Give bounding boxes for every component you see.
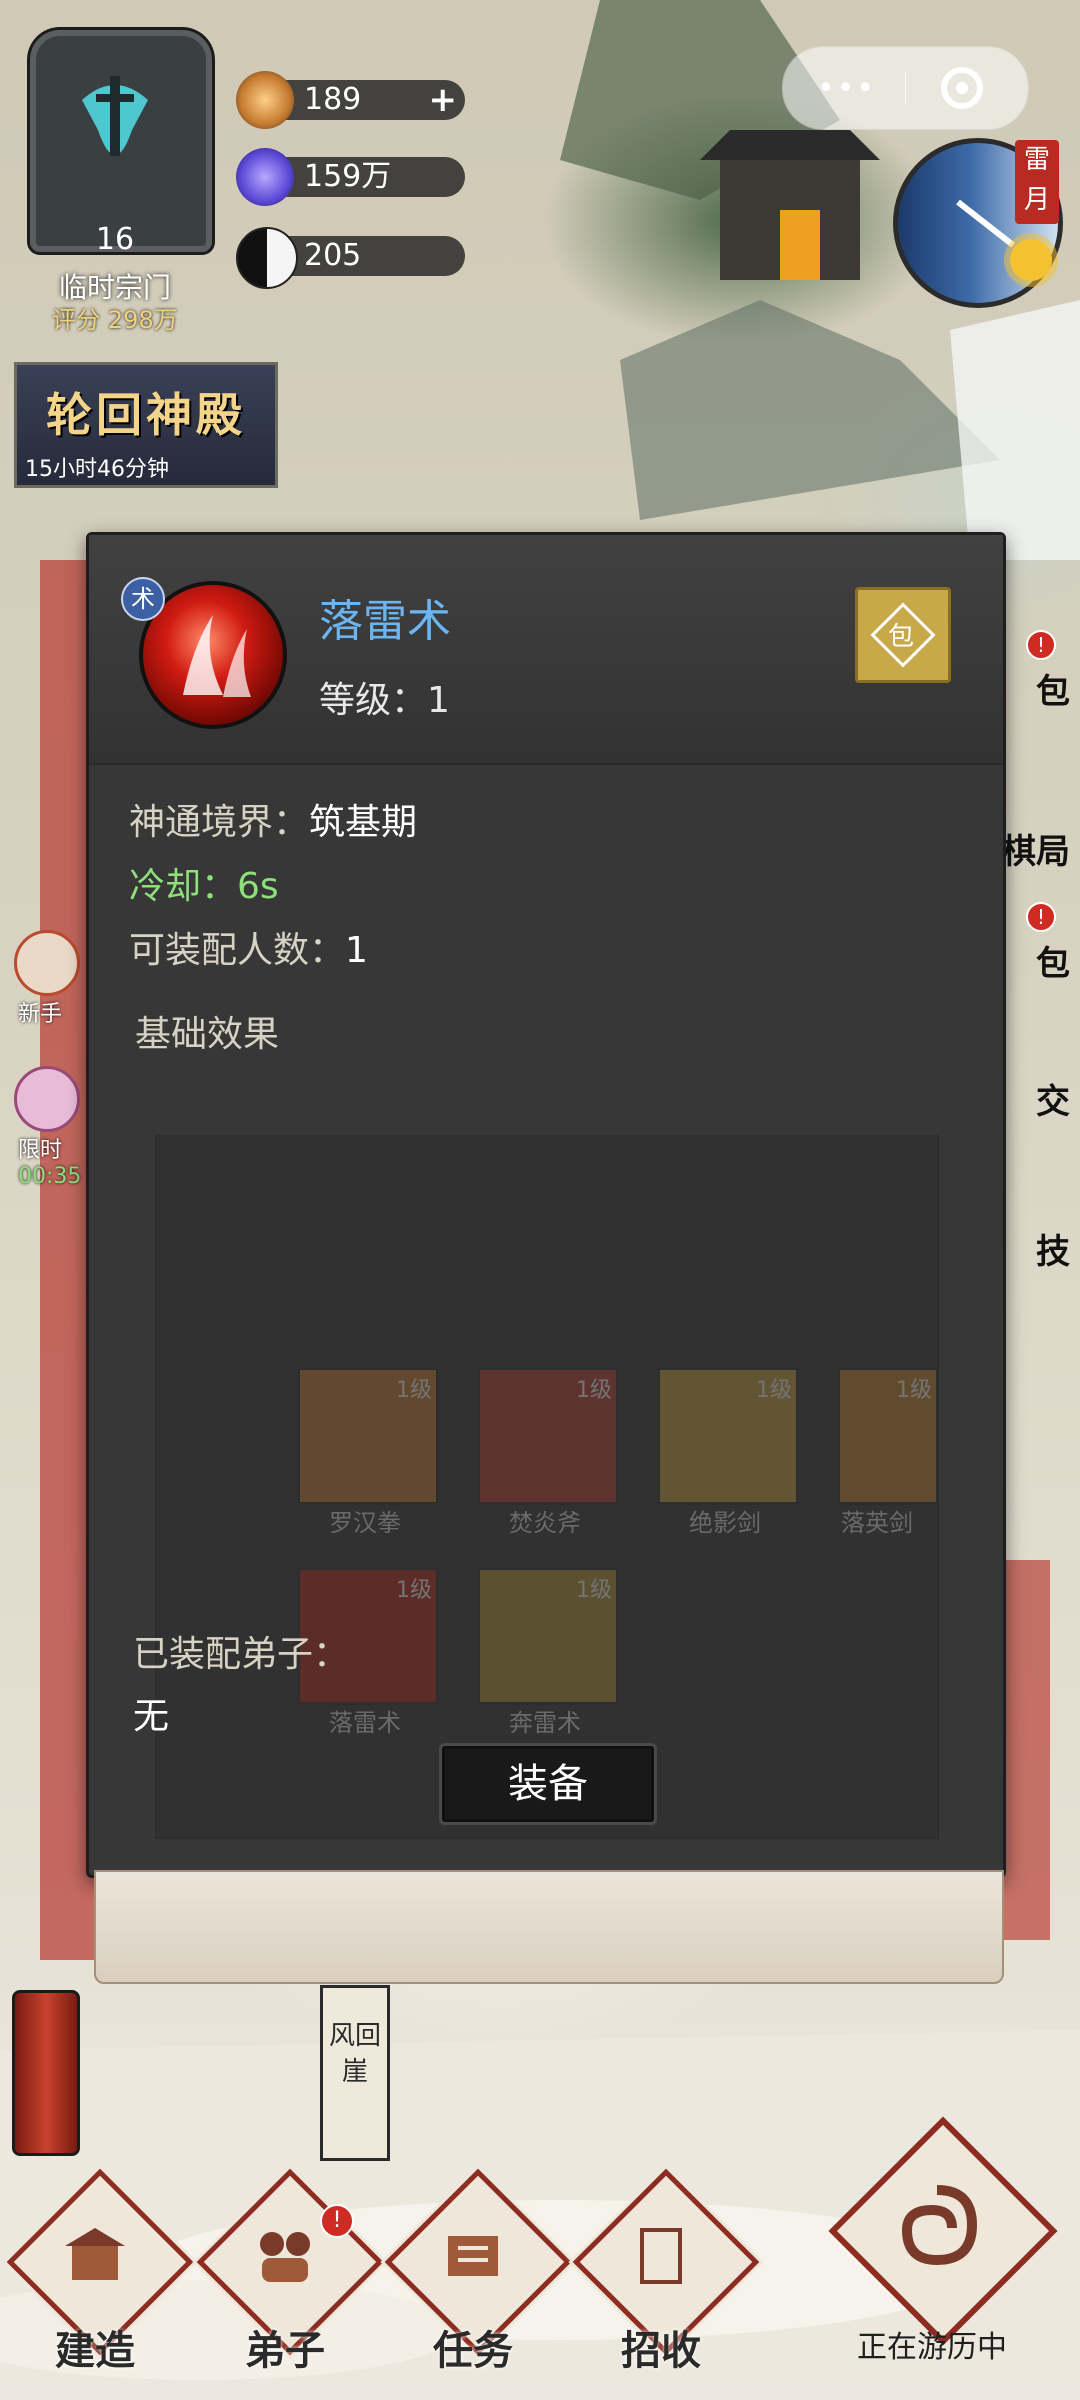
location-sign[interactable]: 风回崖 bbox=[320, 1985, 390, 2161]
travel-spiral-icon bbox=[901, 2185, 978, 2266]
sun-icon bbox=[1010, 239, 1052, 281]
slots-value: 1 bbox=[345, 930, 368, 971]
left-event-limited[interactable]: 限时 00:35 bbox=[0, 1066, 90, 1189]
crystal-icon bbox=[236, 148, 294, 206]
side-button-social[interactable]: 交 bbox=[1010, 1040, 1080, 1130]
skill-header: 术 落雷术 等级：1 包 bbox=[89, 535, 1003, 765]
scroll-task-icon bbox=[448, 2236, 498, 2276]
equipped-disciple-label: 已装配弟子： bbox=[133, 1634, 350, 1675]
skill-slot: 1级 bbox=[297, 1367, 439, 1505]
capsule-divider bbox=[905, 71, 906, 105]
nav-label: 任务 bbox=[433, 2327, 513, 2374]
nav-tasks[interactable]: 任务 bbox=[384, 2168, 572, 2374]
left-event-label: 新手 bbox=[18, 1002, 63, 1027]
nav-recruit[interactable]: 招收 bbox=[572, 2168, 760, 2374]
notification-badge: ! bbox=[1026, 902, 1056, 932]
nav-label: 建造 bbox=[55, 2327, 135, 2374]
sect-badge[interactable]: 16 临时宗门 评分 298万 bbox=[10, 10, 220, 334]
left-event-newbie[interactable]: 新手 bbox=[0, 930, 90, 1028]
skill-level: 等级：1 bbox=[319, 680, 450, 721]
month-tag: 雷月 bbox=[1015, 140, 1059, 224]
left-event-label: 限时 bbox=[18, 1138, 63, 1163]
side-button-bag2[interactable]: ! 包 bbox=[1010, 902, 1080, 992]
skill-slot-name: 奔雷术 bbox=[509, 1709, 581, 1737]
scroll-icon[interactable] bbox=[12, 1990, 80, 2156]
sect-score: 评分 298万 bbox=[52, 306, 178, 334]
more-menu-icon[interactable]: ••• bbox=[817, 71, 876, 106]
side-button-skill[interactable]: 技 bbox=[1010, 1190, 1080, 1280]
background-skill-grid: 1级 罗汉拳 1级 焚炎斧 1级 绝影剑 1级 落英剑 1级 落雷术 1级 奔雷… bbox=[155, 1135, 939, 1839]
side-button-label: 技 bbox=[1036, 1232, 1070, 1272]
sect-emblem-icon bbox=[82, 76, 148, 156]
skill-name: 落雷术 bbox=[319, 596, 451, 647]
side-button-label: 交 bbox=[1036, 1082, 1070, 1122]
newbie-icon bbox=[14, 930, 80, 996]
samsara-temple-banner[interactable]: 轮回神殿 15小时46分钟 bbox=[14, 362, 278, 488]
travel-label: 正在游历中 bbox=[857, 2330, 1007, 2365]
invitation-card-icon bbox=[640, 2228, 682, 2284]
bag-glyph-icon: 包 bbox=[888, 622, 915, 652]
notification-badge: ! bbox=[1026, 630, 1056, 660]
spirit-stone-icon bbox=[236, 71, 294, 129]
skill-slot-name: 落雷术 bbox=[329, 1709, 401, 1737]
skill-type-badge: 术 bbox=[121, 577, 165, 621]
skill-slot-name: 焚炎斧 bbox=[509, 1509, 581, 1537]
banner-title: 轮回神殿 bbox=[46, 388, 246, 442]
resource-value: 189 bbox=[304, 82, 362, 117]
limited-icon bbox=[14, 1066, 80, 1132]
add-resource-button[interactable]: + bbox=[429, 80, 458, 120]
resource-spirit-stone[interactable]: 189 + bbox=[236, 71, 465, 129]
skill-slot: 1级 bbox=[477, 1367, 619, 1505]
travel-status-button[interactable]: 正在游历中 bbox=[812, 2110, 1058, 2365]
skill-realm-row: 神通境界：筑基期 bbox=[129, 793, 417, 845]
nav-disciples[interactable]: ! 弟子 bbox=[196, 2168, 384, 2374]
nav-build[interactable]: 建造 bbox=[6, 2168, 194, 2374]
taiji-icon bbox=[236, 227, 298, 289]
skill-slots-row: 可装配人数：1 bbox=[129, 921, 368, 973]
cooldown-label: 冷却： bbox=[129, 866, 238, 907]
resource-taiji[interactable]: 205 bbox=[236, 227, 465, 289]
side-button-label: 棋局 bbox=[1002, 832, 1070, 872]
building-icon bbox=[65, 2228, 125, 2280]
skill-detail-dialog: 术 落雷术 等级：1 包 1级 罗汉拳 1级 焚炎斧 1级 绝影剑 1级 落英剑… bbox=[86, 532, 1006, 1878]
skill-slot: 1级 bbox=[477, 1567, 619, 1705]
skill-cooldown-row: 冷却：6s bbox=[129, 857, 279, 909]
clock-hand bbox=[956, 199, 1016, 248]
slots-label: 可装配人数： bbox=[129, 930, 346, 971]
skill-slot-name: 绝影剑 bbox=[689, 1509, 761, 1537]
side-button-label: 包 bbox=[1036, 672, 1070, 712]
side-button-bag[interactable]: ! 包 bbox=[1010, 630, 1080, 720]
nav-label: 弟子 bbox=[245, 2327, 325, 2374]
equip-button[interactable]: 装备 bbox=[439, 1743, 657, 1825]
resource-crystal[interactable]: 159万 bbox=[236, 148, 465, 206]
skill-slot-name: 落英剑 bbox=[841, 1509, 913, 1537]
sect-level: 16 bbox=[95, 222, 135, 257]
realm-label: 神通境界： bbox=[129, 802, 310, 843]
bag-tag-button[interactable]: 包 bbox=[855, 587, 951, 683]
banner-timer: 15小时46分钟 bbox=[25, 457, 169, 482]
disciples-icon bbox=[260, 2232, 310, 2282]
skill-slot: 1级 bbox=[657, 1367, 799, 1505]
nav-label: 招收 bbox=[621, 2327, 701, 2374]
left-event-timer: 00:35 bbox=[18, 1164, 82, 1189]
close-miniprogram-icon[interactable] bbox=[941, 67, 983, 109]
resource-value: 159万 bbox=[304, 159, 392, 194]
scroll-bottom-edge bbox=[94, 1870, 1004, 1984]
skill-slot: 1级 bbox=[837, 1367, 939, 1505]
equipped-disciple-value: 无 bbox=[133, 1696, 170, 1737]
miniprogram-capsule: ••• bbox=[782, 46, 1029, 130]
resource-value: 205 bbox=[304, 238, 362, 273]
notification-badge: ! bbox=[320, 2204, 354, 2238]
side-button-label: 包 bbox=[1036, 944, 1070, 984]
realm-value: 筑基期 bbox=[309, 802, 418, 843]
location-name: 风回崖 bbox=[328, 2021, 381, 2087]
cooldown-value: 6s bbox=[237, 866, 279, 907]
base-effect-heading: 基础效果 bbox=[135, 1014, 280, 1055]
skill-slot-name: 罗汉拳 bbox=[329, 1509, 401, 1537]
